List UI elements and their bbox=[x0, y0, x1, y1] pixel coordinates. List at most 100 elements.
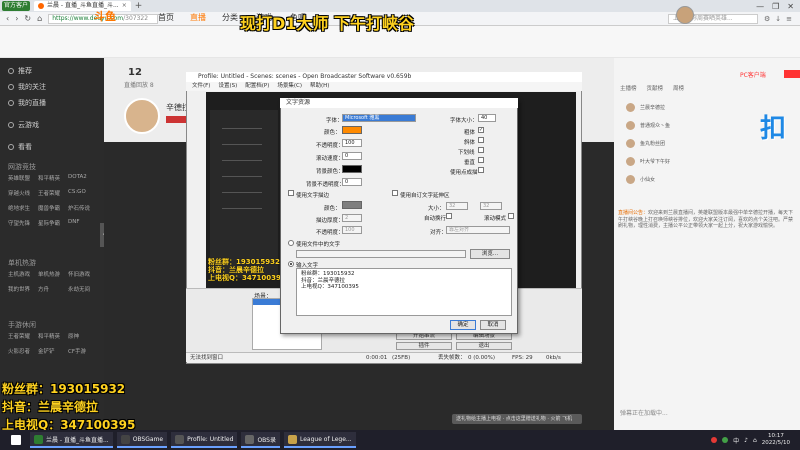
sidebar-item-recommend[interactable]: 推荐 bbox=[8, 66, 32, 76]
scroll-mode-checkbox[interactable] bbox=[508, 213, 514, 219]
back-icon[interactable]: ‹ bbox=[6, 14, 9, 23]
dialog-title-bar[interactable]: 文字资源 bbox=[280, 98, 518, 108]
outline-color-swatch[interactable] bbox=[342, 201, 362, 209]
sidebar-game[interactable]: 金铲铲 bbox=[38, 347, 68, 355]
streamer-avatar[interactable] bbox=[124, 98, 160, 134]
sidebar-game[interactable]: CF手游 bbox=[68, 347, 98, 355]
tab-contrib-rank[interactable]: 贡献榜 bbox=[647, 84, 664, 94]
sidebar-game[interactable]: 英雄联盟 bbox=[8, 174, 38, 182]
taskbar-app-obs-record[interactable]: OBS录 bbox=[241, 432, 280, 448]
obs-plugins-button[interactable]: 插件 bbox=[396, 342, 452, 350]
outline-opacity-input[interactable]: 100 bbox=[342, 226, 362, 234]
taskbar-app-obs[interactable]: Profile: Untitled bbox=[171, 432, 238, 448]
obs-menu-file[interactable]: 文件(F) bbox=[192, 82, 210, 91]
bg-opacity-input[interactable]: 0 bbox=[342, 178, 362, 186]
room-sub-label[interactable]: 直播回放 8 bbox=[124, 80, 154, 89]
rank-row[interactable]: 小仙女 bbox=[626, 172, 786, 186]
obs-menu-scenecollection[interactable]: 场景集(C) bbox=[277, 82, 302, 91]
font-size-input[interactable]: 40 bbox=[478, 114, 496, 122]
browser-tab[interactable]: 兰晨 - 直播_斗鱼直播_斗... × bbox=[34, 1, 131, 11]
obs-title-bar[interactable]: Profile: Untitled - Scenes: scenes - Ope… bbox=[186, 72, 582, 82]
sidebar-game[interactable]: 方舟 bbox=[38, 285, 68, 293]
sidebar-game[interactable]: 王者荣耀 bbox=[38, 189, 68, 197]
tray-app-icon[interactable] bbox=[722, 437, 729, 443]
rank-row[interactable]: 叶大爷下午好 bbox=[626, 154, 786, 168]
sidebar-game[interactable]: 主机游戏 bbox=[8, 270, 38, 278]
from-file-radio[interactable] bbox=[288, 240, 294, 246]
nav-home[interactable]: 首页 bbox=[158, 12, 174, 23]
browse-button[interactable]: 浏览... bbox=[470, 249, 510, 259]
sidebar-game[interactable]: 单机热游 bbox=[38, 270, 68, 278]
color-swatch[interactable] bbox=[342, 126, 362, 134]
italic-checkbox[interactable] bbox=[478, 137, 484, 143]
download-icon[interactable]: ↓ bbox=[775, 15, 781, 23]
sidebar-game[interactable]: 魔兽争霸 bbox=[38, 204, 68, 212]
new-tab-button[interactable]: + bbox=[135, 1, 143, 11]
taskbar-clock[interactable]: 10:17 2022/5/10 bbox=[762, 433, 790, 447]
file-path-input[interactable] bbox=[296, 250, 466, 258]
pc-client-link[interactable]: PC客户端 bbox=[740, 70, 766, 79]
wrap-checkbox[interactable] bbox=[446, 213, 452, 219]
input-text-area[interactable]: 粉丝群：193015932 抖音：兰晨辛德拉 上电视Q：347100395 bbox=[296, 268, 512, 316]
sidebar-game[interactable]: 怀旧游戏 bbox=[68, 270, 98, 278]
underline-checkbox[interactable] bbox=[478, 147, 484, 153]
extents-width-input[interactable]: 32 bbox=[446, 202, 468, 210]
taskbar-app-browser[interactable]: 兰晨 - 直播_斗鱼直播... bbox=[30, 432, 113, 448]
outline-thickness-input[interactable]: 2 bbox=[342, 214, 362, 222]
sidebar-game[interactable]: 我的世界 bbox=[8, 285, 38, 293]
obs-exit-button[interactable]: 退出 bbox=[456, 342, 512, 350]
vertical-checkbox[interactable] bbox=[478, 157, 484, 163]
home-icon[interactable]: ⌂ bbox=[37, 14, 42, 23]
input-text-radio[interactable] bbox=[288, 261, 294, 267]
sidebar-item-follow[interactable]: 我的关注 bbox=[8, 82, 46, 92]
custom-extents-checkbox[interactable] bbox=[392, 190, 398, 196]
taskbar-app-obsgame[interactable]: OBSGame bbox=[116, 432, 168, 448]
scroll-speed-input[interactable]: 0 bbox=[342, 152, 362, 160]
nav-live[interactable]: 直播 bbox=[190, 12, 206, 23]
sidebar-game[interactable]: DOTA2 bbox=[68, 174, 98, 182]
obs-menu-settings[interactable]: 设置(S) bbox=[218, 82, 237, 91]
tab-weekly-rank[interactable]: 周榜 bbox=[673, 84, 684, 94]
maximize-button[interactable]: ❐ bbox=[772, 2, 779, 11]
sidebar-game[interactable]: 炉石传说 bbox=[68, 204, 98, 212]
taskbar-app-lol[interactable]: League of Lege... bbox=[283, 432, 356, 448]
obs-menu-profile[interactable]: 配置档(P) bbox=[245, 82, 269, 91]
ime-icon[interactable]: 中 bbox=[733, 436, 739, 445]
obs-menu-help[interactable]: 帮助(H) bbox=[310, 82, 329, 91]
point-outline-checkbox[interactable] bbox=[478, 167, 484, 173]
sidebar-game[interactable]: 穿越火线 bbox=[8, 189, 38, 197]
sidebar-game[interactable]: 火影忍者 bbox=[8, 347, 38, 355]
refresh-icon[interactable]: ↻ bbox=[24, 14, 31, 23]
douyu-logo[interactable]: 斗鱼 bbox=[94, 8, 116, 24]
menu-icon[interactable]: ≡ bbox=[786, 15, 792, 23]
nav-category[interactable]: 分类 bbox=[222, 12, 238, 23]
sidebar-game[interactable]: 绝地求生 bbox=[8, 204, 38, 212]
tray-app-icon[interactable] bbox=[711, 437, 718, 443]
sidebar-game[interactable]: 和平精英 bbox=[38, 332, 68, 340]
use-outline-checkbox[interactable] bbox=[288, 190, 294, 196]
extension-icon[interactable]: ⚙ bbox=[764, 15, 770, 23]
sidebar-game[interactable]: 永劫无间 bbox=[68, 285, 98, 293]
forward-icon[interactable]: › bbox=[15, 14, 18, 23]
network-icon[interactable]: ⌂ bbox=[753, 437, 757, 444]
sidebar-game[interactable]: CS:GO bbox=[68, 189, 98, 197]
sidebar-item-mylive[interactable]: 我的直播 bbox=[8, 98, 46, 108]
ok-button[interactable]: 确定 bbox=[450, 320, 476, 330]
tab-anchor-rank[interactable]: 主播榜 bbox=[620, 84, 637, 94]
sidebar-game[interactable]: 守望先锋 bbox=[8, 219, 38, 227]
sidebar-item-watch[interactable]: 看看 bbox=[8, 142, 32, 152]
tab-close-icon[interactable]: × bbox=[122, 1, 127, 11]
opacity-input[interactable]: 100 bbox=[342, 139, 362, 147]
close-window-button[interactable]: ✕ bbox=[787, 2, 794, 11]
browser-badge[interactable]: 官方客户端 bbox=[2, 1, 30, 19]
pc-client-badge[interactable] bbox=[784, 70, 800, 78]
sidebar-game[interactable]: 原神 bbox=[68, 332, 98, 340]
bold-checkbox[interactable]: ✓ bbox=[478, 127, 484, 133]
align-select[interactable]: 靠左对齐 bbox=[446, 226, 510, 234]
sidebar-item-cloudgame[interactable]: 云游戏 bbox=[8, 120, 39, 130]
gift-bar[interactable]: 送礼物给主播上电视 · 点击这里赠送礼物 · 火箭 飞机 bbox=[452, 414, 582, 424]
user-avatar[interactable] bbox=[676, 6, 694, 24]
start-button[interactable] bbox=[6, 432, 26, 448]
sidebar-game[interactable]: DNF bbox=[68, 219, 98, 227]
bg-color-swatch[interactable] bbox=[342, 165, 362, 173]
